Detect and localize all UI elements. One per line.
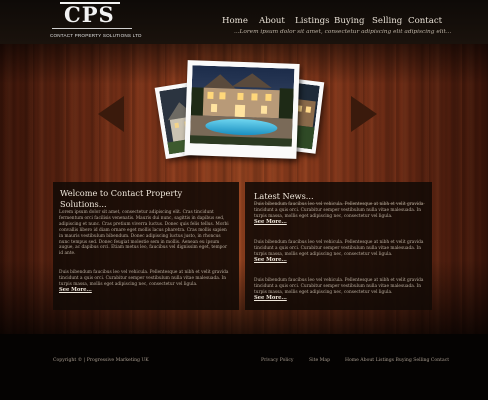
- welcome-title: Welcome to Contact Property Solutions...: [60, 188, 183, 209]
- news-item-text: Duis bibendum faucibus leo vel vehicula.…: [254, 278, 424, 295]
- nav-item-home[interactable]: Home: [222, 16, 248, 26]
- arrow-left-icon[interactable]: [98, 96, 124, 132]
- welcome-paragraph-2-text: Duis bibendum faucibus leo vel vehicula.…: [59, 270, 229, 287]
- nav-item-contact[interactable]: Contact: [408, 16, 442, 26]
- logo[interactable]: CPS CONTACT PROPERTY SOLUTIONS LTD: [50, 2, 142, 42]
- welcome-paragraph: Lorem ipsum dolor sit amet, consectetur …: [59, 210, 229, 257]
- footer-sitemap-link[interactable]: Site Map: [309, 358, 330, 363]
- logo-mark: CPS: [64, 2, 115, 27]
- footer-nav-links[interactable]: Home About Listings Buying Selling Conta…: [345, 358, 449, 363]
- news-title: Latest News...: [254, 191, 314, 201]
- arrow-right-icon[interactable]: [351, 96, 377, 132]
- welcome-see-more-link[interactable]: See More...: [59, 287, 92, 293]
- welcome-paragraph-2: Duis bibendum faucibus leo vel vehicula.…: [59, 270, 231, 294]
- news-see-more-link[interactable]: See More...: [254, 295, 287, 301]
- nav-item-buying[interactable]: Buying: [334, 16, 365, 26]
- footer: Copyright © | Progressive Marketing UK P…: [0, 358, 488, 368]
- house-photo-main: [189, 65, 295, 147]
- news-see-more-link[interactable]: See More...: [254, 219, 287, 225]
- footer-privacy-link[interactable]: Privacy Policy: [261, 358, 294, 363]
- nav-item-selling[interactable]: Selling: [372, 16, 402, 26]
- news-item-text: Duis bibendum faucibus leo vel vehicula.…: [254, 240, 424, 257]
- news-see-more-link[interactable]: See More...: [254, 257, 287, 263]
- nav-item-listings[interactable]: Listings: [295, 16, 330, 26]
- logo-divider: [52, 28, 132, 29]
- news-item: Duis bibendum faucibus leo vel vehicula.…: [254, 240, 425, 264]
- news-item: Duis bibendum faucibus leo vel vehicula.…: [254, 278, 425, 302]
- news-item: Duis bibendum faucibus leo vel vehicula.…: [254, 202, 425, 226]
- slider-photo-main[interactable]: [184, 60, 300, 159]
- tagline: ...Lorem ipsum dolor sit amet, consectet…: [234, 29, 452, 35]
- header-bar: CPS CONTACT PROPERTY SOLUTIONS LTD Home …: [0, 0, 488, 44]
- footer-copyright: Copyright © | Progressive Marketing UK: [53, 358, 149, 363]
- news-panel: Latest News... Duis bibendum faucibus le…: [245, 182, 432, 310]
- news-item-text: Duis bibendum faucibus leo vel vehicula.…: [254, 202, 424, 219]
- nav-item-about[interactable]: About: [259, 16, 285, 26]
- welcome-panel: Welcome to Contact Property Solutions...…: [53, 182, 239, 310]
- logo-subtitle: CONTACT PROPERTY SOLUTIONS LTD: [50, 33, 142, 38]
